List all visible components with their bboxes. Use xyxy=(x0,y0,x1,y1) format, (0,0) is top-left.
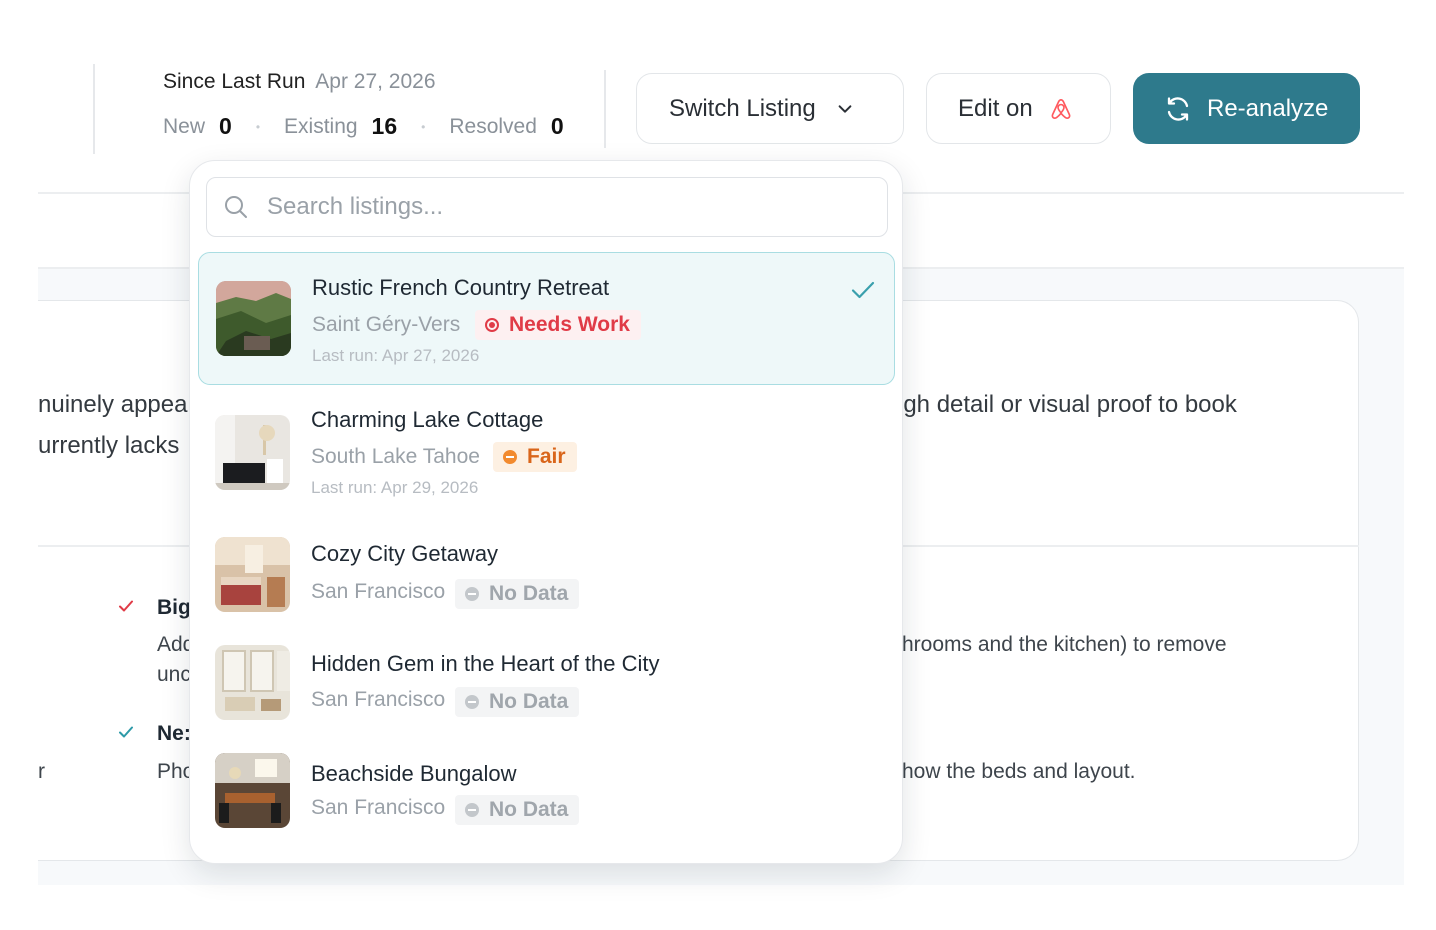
minus-circle-icon xyxy=(503,450,517,464)
listing-last-run: Last run: Apr 27, 2026 xyxy=(312,346,480,365)
listing-thumbnail xyxy=(215,415,290,490)
status-badge: Needs Work xyxy=(475,310,641,340)
status-label: Needs Work xyxy=(509,313,630,336)
reanalyze-button[interactable]: Re-analyze xyxy=(1133,73,1360,144)
recommendation-1-title: Big xyxy=(157,596,191,619)
listing-title: Cozy City Getaway xyxy=(311,541,499,566)
listing-title: Rustic French Country Retreat xyxy=(312,275,610,300)
run-counts: New 0 • Existing 16 • Resolved 0 xyxy=(163,113,564,140)
recommendation-2-left: r xyxy=(38,760,45,783)
status-badge: No Data xyxy=(455,795,580,825)
status-badge: No Data xyxy=(455,687,580,717)
check-icon xyxy=(119,726,133,738)
switch-listing-dropdown: Rustic French Country Retreat Saint Géry… xyxy=(189,160,903,864)
check-icon xyxy=(851,281,875,299)
header-divider-right xyxy=(604,70,606,148)
check-icon xyxy=(119,600,133,612)
listing-thumbnail xyxy=(215,753,290,828)
listing-location: San Francisco xyxy=(311,796,446,819)
count-new-value: 0 xyxy=(219,113,232,139)
listing-last-run: Last run: Apr 29, 2026 xyxy=(311,478,479,497)
chevron-down-icon xyxy=(838,104,852,113)
airbnb-icon xyxy=(1051,98,1071,119)
listing-thumbnail xyxy=(216,281,291,356)
listing-item-rustic-french-country-retreat[interactable]: Rustic French Country Retreat Saint Géry… xyxy=(198,252,895,385)
minus-circle-icon xyxy=(465,695,479,709)
since-label: Since Last Run xyxy=(163,70,306,93)
summary-line-1-right: igh detail or visual proof to book xyxy=(898,391,1237,418)
count-new-label: New xyxy=(163,114,206,138)
listing-item-hidden-gem[interactable]: Hidden Gem in the Heart of the City San … xyxy=(198,631,895,735)
recommendation-1-right: hrooms and the kitchen) to remove xyxy=(902,633,1227,656)
search-icon xyxy=(225,196,247,218)
status-badge: Fair xyxy=(493,442,577,472)
count-existing-label: Existing xyxy=(284,114,358,138)
minus-circle-icon xyxy=(465,803,479,817)
recommendation-1-line-2: unc xyxy=(157,663,191,686)
separator-dot: • xyxy=(421,119,426,134)
listing-location: San Francisco xyxy=(311,688,446,711)
listing-location: San Francisco xyxy=(311,580,446,603)
count-resolved-value: 0 xyxy=(550,113,564,139)
listing-title: Hidden Gem in the Heart of the City xyxy=(311,651,660,676)
header-divider-left xyxy=(93,64,95,154)
listing-thumbnail xyxy=(215,537,290,612)
search-input[interactable] xyxy=(267,193,827,221)
edit-on-airbnb-button[interactable]: Edit on xyxy=(926,73,1111,144)
since-date: Apr 27, 2026 xyxy=(315,70,436,93)
switch-listing-label: Switch Listing xyxy=(669,94,816,122)
status-label: No Data xyxy=(489,798,569,821)
status-badge: No Data xyxy=(455,579,580,609)
recommendation-2-right: how the beds and layout. xyxy=(902,760,1136,783)
listing-location: Saint Géry-Vers xyxy=(312,313,461,336)
listing-item-cozy-city-getaway[interactable]: Cozy City Getaway San Francisco No Data xyxy=(198,521,895,627)
status-label: No Data xyxy=(489,582,569,605)
target-icon xyxy=(485,318,499,332)
listing-title: Charming Lake Cottage xyxy=(311,407,544,432)
summary-line-1-left: nuinely appea xyxy=(38,391,188,418)
listing-item-charming-lake-cottage[interactable]: Charming Lake Cottage South Lake Tahoe F… xyxy=(198,387,895,519)
refresh-icon xyxy=(1167,96,1189,121)
switch-listing-button[interactable]: Switch Listing xyxy=(636,73,904,144)
status-label: Fair xyxy=(527,445,566,468)
listing-thumbnail xyxy=(215,645,290,720)
listing-title: Beachside Bungalow xyxy=(311,761,517,786)
summary-line-2-left: urrently lacks xyxy=(38,432,180,459)
since-last-run: Since Last Run Apr 27, 2026 xyxy=(163,70,436,94)
status-label: No Data xyxy=(489,690,569,713)
count-existing-value: 16 xyxy=(371,113,398,139)
reanalyze-label: Re-analyze xyxy=(1207,94,1329,122)
recommendation-2-title: Ne: xyxy=(157,722,191,745)
listing-location: South Lake Tahoe xyxy=(311,445,480,468)
separator-dot: • xyxy=(255,119,261,134)
minus-circle-icon xyxy=(465,587,479,601)
count-resolved-label: Resolved xyxy=(449,114,537,138)
search-box[interactable] xyxy=(206,177,888,237)
edit-on-label: Edit on xyxy=(958,94,1033,122)
listing-item-beachside-bungalow[interactable]: Beachside Bungalow San Francisco No Data xyxy=(198,739,895,845)
